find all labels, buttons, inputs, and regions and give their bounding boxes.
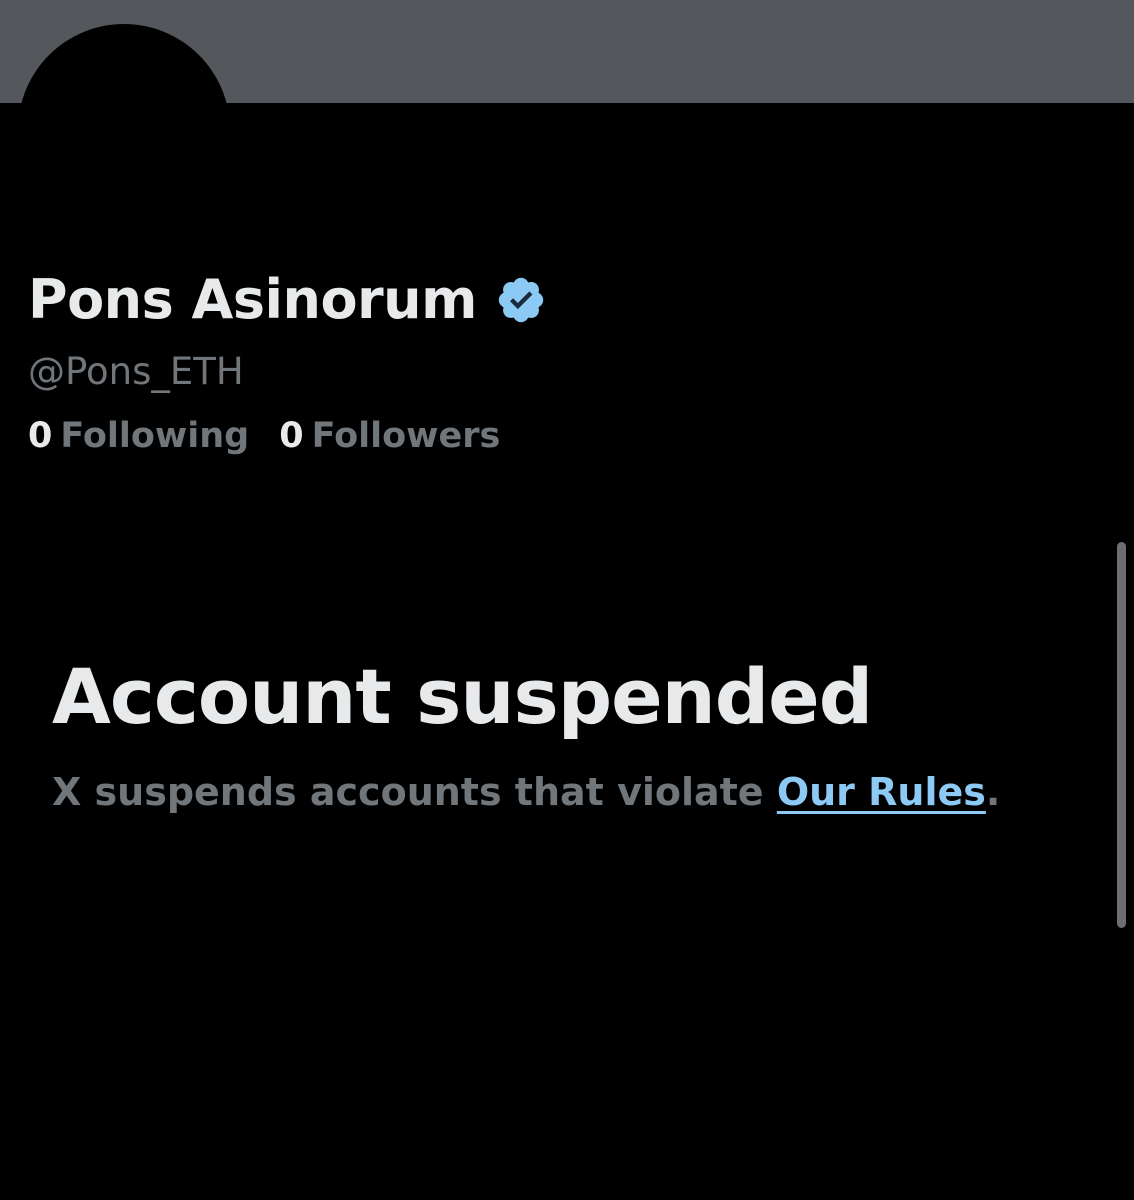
suspended-message-suffix: . bbox=[985, 770, 1001, 814]
suspended-message: X suspends accounts that violate Our Rul… bbox=[52, 770, 1000, 814]
followers-label: Followers bbox=[311, 416, 501, 456]
scrollbar[interactable] bbox=[1117, 542, 1126, 928]
verified-badge-icon[interactable] bbox=[495, 274, 547, 326]
profile-name-row: Pons Asinorum bbox=[28, 268, 547, 331]
avatar[interactable] bbox=[18, 24, 230, 236]
our-rules-link[interactable]: Our Rules bbox=[777, 770, 986, 814]
following-label: Following bbox=[60, 416, 250, 456]
followers-count: 0 bbox=[279, 416, 304, 456]
display-name: Pons Asinorum bbox=[28, 268, 477, 331]
profile-handle: @Pons_ETH bbox=[28, 350, 244, 393]
following-count: 0 bbox=[28, 416, 53, 456]
follow-stats: 0 Following 0 Followers bbox=[28, 416, 530, 456]
followers-stat[interactable]: 0 Followers bbox=[279, 416, 500, 456]
suspended-title: Account suspended bbox=[52, 652, 873, 741]
suspended-message-prefix: X suspends accounts that violate bbox=[52, 770, 777, 814]
following-stat[interactable]: 0 Following bbox=[28, 416, 249, 456]
